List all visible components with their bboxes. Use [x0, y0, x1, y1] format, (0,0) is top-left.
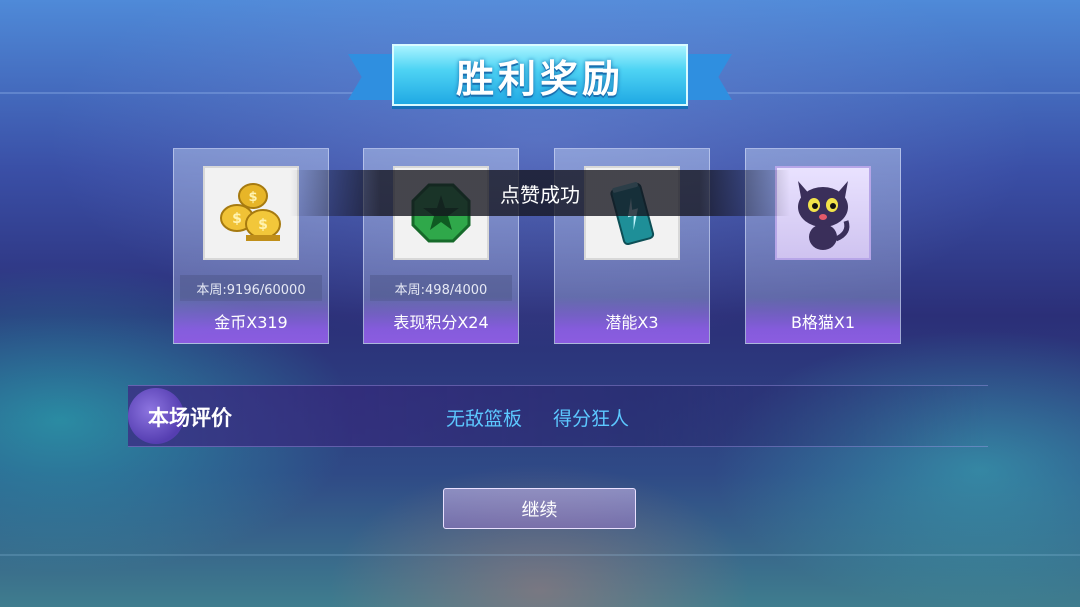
- svg-text:$: $: [232, 211, 242, 227]
- continue-button[interactable]: 继续: [443, 488, 636, 529]
- page-title: 胜利奖励: [455, 56, 624, 101]
- banner-plate: 胜利奖励: [392, 44, 688, 106]
- match-evaluation-bar: 本场评价 无敌篮板 得分狂人: [128, 385, 988, 447]
- title-banner: 胜利奖励: [348, 42, 732, 112]
- footer-divider: [0, 554, 1080, 556]
- toast-message: 点赞成功: [290, 170, 790, 216]
- svg-text:$: $: [258, 217, 268, 233]
- reward-label: B格猫X1: [746, 297, 900, 343]
- evaluation-tag: 无敌篮板: [446, 408, 523, 430]
- reward-label: 表现积分X24: [364, 297, 518, 343]
- svg-text:$: $: [248, 190, 257, 205]
- evaluation-heading: 本场评价: [148, 406, 232, 430]
- reward-label: 潜能X3: [555, 297, 709, 343]
- evaluation-tag: 得分狂人: [553, 408, 630, 430]
- black-cat-icon: [798, 181, 850, 250]
- reward-icon-frame: $ $ $: [203, 166, 299, 260]
- reward-label: 金币X319: [174, 297, 328, 343]
- gold-coins-icon: $ $ $: [220, 183, 281, 241]
